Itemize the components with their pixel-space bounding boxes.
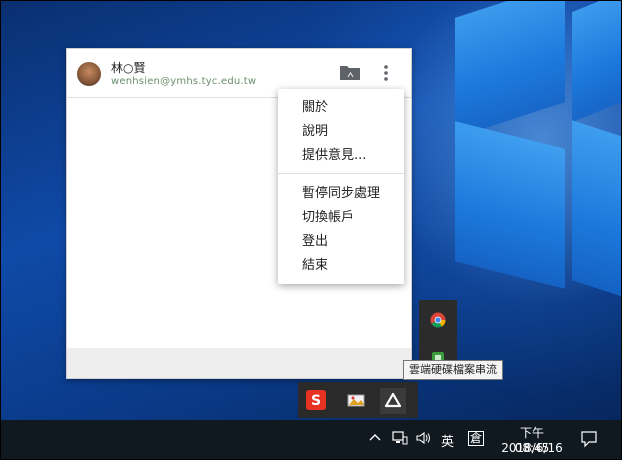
ime-mode-indicator[interactable]: 倉 — [468, 431, 485, 446]
menu-item-quit[interactable]: 結束 — [302, 255, 328, 277]
user-avatar[interactable] — [77, 62, 101, 86]
tray-tooltip: 雲端硬碟檔案串流 — [403, 360, 503, 380]
menu-item-about[interactable]: 關於 — [302, 97, 328, 119]
volume-icon[interactable] — [415, 431, 431, 449]
ime-language-indicator[interactable]: 英 — [441, 431, 454, 450]
network-icon[interactable] — [392, 431, 408, 449]
menu-item-switch-account[interactable]: 切換帳戶 — [302, 207, 354, 229]
overflow-menu: 關於 說明 提供意見... 暫停同步處理 切換帳戶 登出 結束 — [278, 89, 404, 284]
clock-date[interactable]: 2018/6/16 — [499, 441, 565, 455]
action-center-icon[interactable] — [580, 430, 598, 452]
screenshot-tool-icon[interactable] — [346, 390, 366, 410]
chevron-up-icon[interactable] — [369, 432, 381, 448]
menu-item-pause-sync[interactable]: 暫停同步處理 — [302, 183, 380, 205]
menu-separator — [278, 173, 404, 174]
wallpaper-pane — [572, 120, 622, 300]
wallpaper-pane — [572, 0, 622, 123]
sogou-input-icon[interactable]: S — [306, 390, 326, 410]
menu-item-help[interactable]: 說明 — [302, 121, 328, 143]
more-vert-icon[interactable] — [381, 64, 391, 82]
chrome-icon[interactable] — [430, 312, 446, 328]
drive-folder-icon[interactable] — [339, 63, 361, 81]
window-footer — [67, 348, 411, 378]
taskbar-pinned-tray: S — [298, 382, 418, 418]
menu-item-feedback[interactable]: 提供意見... — [302, 145, 366, 167]
user-email: wenhsien@ymhs.tyc.edu.tw — [111, 76, 257, 87]
wallpaper-pane — [455, 121, 565, 289]
menu-item-sign-out[interactable]: 登出 — [302, 231, 328, 253]
user-name: 林○賢 — [111, 61, 146, 75]
drive-file-stream-tray-icon[interactable] — [380, 388, 406, 414]
svg-text:S: S — [311, 393, 321, 409]
